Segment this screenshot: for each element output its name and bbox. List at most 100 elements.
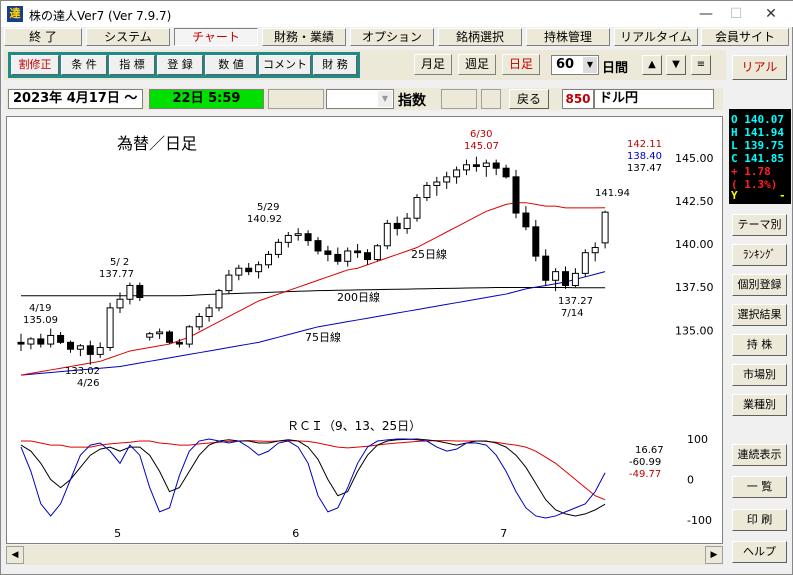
annotation-value: 133.02 <box>65 366 100 377</box>
split-adjust-button[interactable]: 割修正 <box>11 55 59 75</box>
rci9-value: 16.67 <box>635 445 664 456</box>
menu-realtime[interactable]: リアルタイム <box>614 28 698 46</box>
monthly-button[interactable]: 月足 <box>414 54 452 75</box>
app-logo-icon: 達 <box>7 6 23 22</box>
candle-up <box>463 164 470 171</box>
candle-up <box>255 264 263 273</box>
candle-up <box>443 176 451 183</box>
holdings-button[interactable]: 持 株 <box>732 334 787 356</box>
candle-down <box>324 250 332 255</box>
scroll-right-icon[interactable]: ▶ <box>705 546 723 564</box>
x-tick-label: 6 <box>292 527 299 540</box>
close-button[interactable]: ✕ <box>756 4 786 24</box>
rci-tick-label: -100 <box>687 514 712 527</box>
ma200-value: 137.47 <box>627 163 662 174</box>
y-tick-label: 142.50 <box>675 195 714 208</box>
candle-up <box>235 267 243 276</box>
menu-chart[interactable]: チャート <box>174 28 258 46</box>
index-combo[interactable]: ▼ <box>326 89 394 109</box>
candle-up <box>403 217 411 230</box>
symbol-name: ドル円 <box>594 89 714 109</box>
rci-tick-label: 0 <box>687 474 694 487</box>
daily-button[interactable]: 日足 <box>502 54 540 75</box>
list-button[interactable]: 一 覧 <box>732 476 787 498</box>
annotation-value: 140.92 <box>247 214 282 225</box>
candle-down <box>354 250 362 254</box>
candle-down <box>512 176 520 214</box>
menu-icon[interactable]: ≡ <box>691 55 711 75</box>
menu-holdings[interactable]: 持株管理 <box>526 28 610 46</box>
sector-button[interactable]: 業種別 <box>732 394 787 416</box>
index-field-2 <box>481 89 501 109</box>
candle-up <box>185 326 193 345</box>
menu-finance[interactable]: 財務・業績 <box>262 28 346 46</box>
candle-down <box>562 271 569 286</box>
print-button[interactable]: 印 刷 <box>732 509 787 531</box>
ma75-value: 138.40 <box>627 151 662 162</box>
menu-system[interactable]: システム <box>86 28 170 46</box>
combo-chevron-icon[interactable]: ▼ <box>378 91 392 107</box>
chart-area[interactable]: 145.00 142.50 140.00 137.50 135.00 為替／日足 25日線 2… <box>6 116 723 544</box>
chevron-down-icon[interactable]: ▼ <box>583 57 597 73</box>
scroll-up-button[interactable]: ▲ <box>642 55 662 75</box>
scroll-left-icon[interactable]: ◀ <box>6 546 24 564</box>
scroll-down-button[interactable]: ▼ <box>666 55 686 75</box>
annotation-date: 4/19 <box>29 303 51 314</box>
candle-up <box>215 290 223 309</box>
period-count-value: 60 <box>556 57 575 72</box>
menu-member-site[interactable]: 会員サイト <box>701 28 789 46</box>
time-display: 22日 5:59 <box>149 89 264 109</box>
selection-result-button[interactable]: 選択結果 <box>732 304 787 326</box>
rci-title: ＲＣＩ（9、13、25日） <box>287 419 421 433</box>
candle-down <box>314 240 322 252</box>
theme-button[interactable]: テーマ別 <box>732 214 787 236</box>
indicator-button[interactable]: 指 標 <box>109 55 155 75</box>
period-count-select[interactable]: 60 ▼ <box>551 55 599 75</box>
candle-up <box>344 250 352 262</box>
market-button[interactable]: 市場別 <box>732 364 787 386</box>
open-value: O 140.07 <box>731 113 784 126</box>
candle-up <box>146 333 154 338</box>
candle-up <box>373 245 381 261</box>
candle-down <box>304 233 312 242</box>
realtime-button[interactable]: リアル <box>732 55 787 80</box>
candle-up <box>156 331 164 335</box>
menu-stock-select[interactable]: 銘柄選択 <box>438 28 522 46</box>
rci-tick-label: 100 <box>687 433 708 446</box>
candle-up <box>581 252 589 274</box>
values-button[interactable]: 数 値 <box>205 55 257 75</box>
candle-up <box>225 274 233 292</box>
candle-down <box>542 255 550 281</box>
individual-register-button[interactable]: 個別登録 <box>732 274 787 296</box>
back-button[interactable]: 戻る <box>509 89 549 109</box>
comment-button[interactable]: コメント <box>259 55 311 75</box>
maximize-button[interactable]: ☐ <box>721 4 751 24</box>
continuous-display-button[interactable]: 連続表示 <box>732 444 787 466</box>
minimize-button[interactable]: — <box>691 4 721 24</box>
y-value: - <box>779 189 786 202</box>
annotation-date: 6/30 <box>470 129 492 140</box>
candle-up <box>601 211 609 244</box>
window-title: 株の達人Ver7 (Ver 7.9.7) <box>29 9 172 23</box>
rci9-line <box>20 438 606 519</box>
x-tick-label: 7 <box>500 527 507 540</box>
menu-options[interactable]: オプション <box>350 28 434 46</box>
register-button[interactable]: 登 録 <box>157 55 203 75</box>
candle-up <box>571 272 579 286</box>
conditions-button[interactable]: 条 件 <box>61 55 107 75</box>
date-field[interactable]: 2023年 4月17日 ～ <box>8 89 143 109</box>
symbol-code[interactable]: 850 <box>562 89 594 109</box>
close-value: C 141.85 <box>731 152 784 165</box>
horizontal-scrollbar[interactable] <box>6 545 723 565</box>
ranking-button[interactable]: ﾗﾝｷﾝｸﾞ <box>732 244 787 266</box>
weekly-button[interactable]: 週足 <box>458 54 496 75</box>
candle-down <box>492 162 500 169</box>
help-button[interactable]: ヘルプ <box>732 541 787 563</box>
candle-up <box>27 338 35 345</box>
menu-exit[interactable]: 終 了 <box>4 28 82 46</box>
index-label: 指数 <box>398 93 426 109</box>
price-chart[interactable]: 145.00 142.50 140.00 137.50 135.00 為替／日足 25日線 2… <box>7 117 724 545</box>
candle-down <box>472 164 480 167</box>
financial-button[interactable]: 財 務 <box>313 55 357 75</box>
annotation-value: 137.77 <box>99 269 134 280</box>
